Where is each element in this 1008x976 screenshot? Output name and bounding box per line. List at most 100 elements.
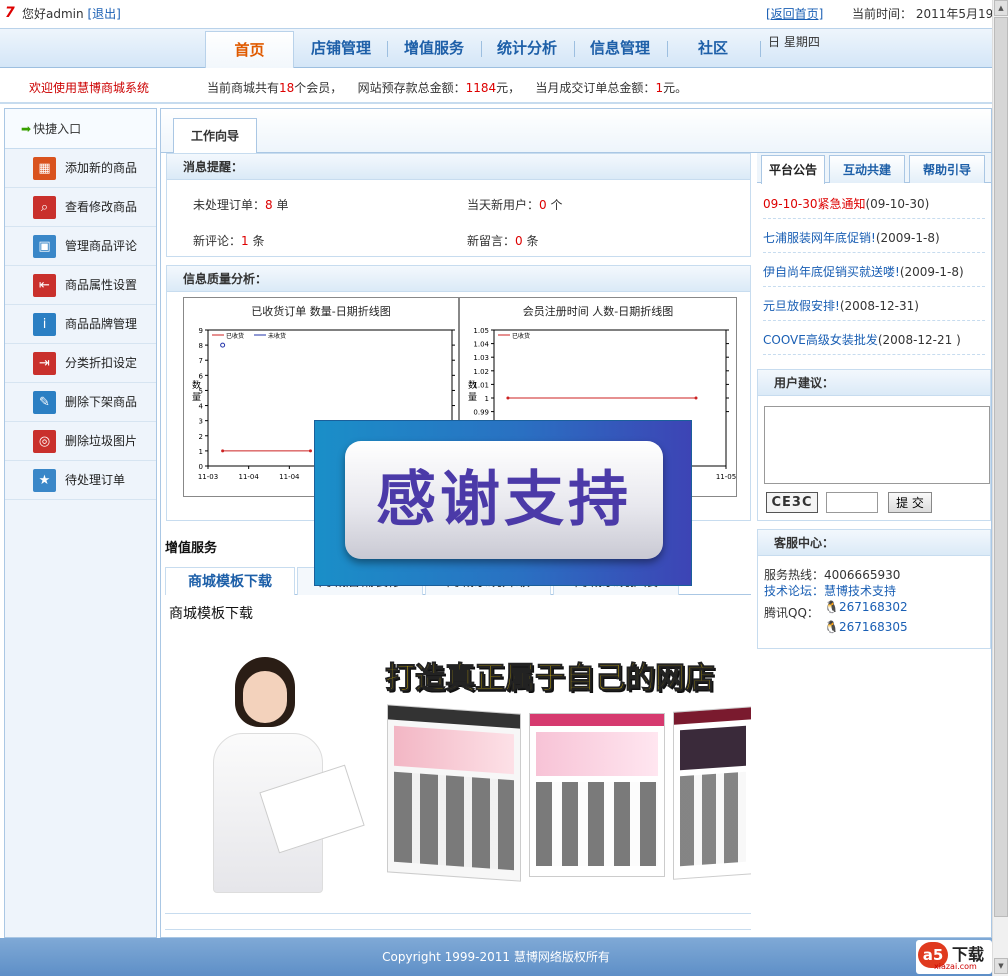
- news-date: (2008-12-31): [839, 299, 919, 313]
- suggestion-textarea[interactable]: [764, 406, 990, 484]
- sidebar-item-delete-offshelf[interactable]: ✎ 删除下架商品: [5, 383, 156, 422]
- greeting: 您好admin [退出]: [22, 5, 121, 22]
- news-title: 七浦服装网年底促销!: [763, 231, 876, 245]
- thanks-overlay: 感谢支持: [314, 420, 692, 586]
- y-tick-label: 1.02: [473, 368, 489, 376]
- stat-label: 网站预存款总金额：: [357, 81, 466, 95]
- nav-statistics[interactable]: 统计分析: [482, 29, 572, 67]
- download-site-watermark: a5 下载 xiazai.com: [916, 940, 992, 974]
- nav-community[interactable]: 社区: [668, 29, 758, 67]
- nav-store-manage[interactable]: 店铺管理: [296, 29, 386, 67]
- y-tick-label: 1: [199, 448, 203, 456]
- member-count: 18: [279, 81, 295, 95]
- shop-screenshot: [529, 713, 665, 877]
- services-title: 增值服务: [165, 541, 218, 556]
- x-tick-label: 11-05: [716, 473, 736, 481]
- y-tick-label: 1: [485, 395, 489, 403]
- vertical-scrollbar[interactable]: ▲ ▼: [992, 0, 1008, 976]
- news-item[interactable]: 元旦放假安排!(2008-12-31): [763, 297, 919, 314]
- pending-orders-label: 未处理订单：: [193, 198, 266, 212]
- scroll-thumb[interactable]: [994, 17, 1008, 917]
- data-point: [694, 396, 698, 400]
- tab-help[interactable]: 帮助引导: [909, 155, 985, 183]
- sidebar-item-pending-orders[interactable]: ★ 待处理订单: [5, 461, 156, 500]
- suggestion-panel: 用户建议： CE3C 提 交: [757, 369, 991, 521]
- tab-announcements[interactable]: 平台公告: [761, 155, 825, 184]
- divider: [165, 913, 751, 914]
- y-tick-label: 4: [199, 403, 204, 411]
- sidebar-item-discount[interactable]: ⇥ 分类折扣设定: [5, 344, 156, 383]
- sidebar-item-reviews[interactable]: ▣ 管理商品评论: [5, 227, 156, 266]
- qq-contact[interactable]: 🐧267168305: [824, 620, 908, 634]
- sidebar-item-brands[interactable]: i 商品品牌管理: [5, 305, 156, 344]
- logo: 7: [5, 5, 15, 21]
- sidebar-item-label: 分类折扣设定: [65, 356, 138, 370]
- quick-entry-title: ➡ 快捷入口: [5, 109, 156, 149]
- sidebar-item-label: 商品品牌管理: [65, 317, 138, 331]
- news-date: (2009-1-8): [875, 231, 940, 245]
- news-divider: [763, 320, 985, 321]
- nav-divider: [387, 41, 388, 57]
- sidebar-item-delete-images[interactable]: ◎ 删除垃圾图片: [5, 422, 156, 461]
- submit-button[interactable]: 提 交: [888, 492, 932, 513]
- qq-penguin-icon: 🐧: [824, 600, 839, 614]
- forum-link[interactable]: 慧博技术支持: [824, 584, 896, 598]
- logout-link[interactable]: [退出]: [87, 7, 120, 21]
- nav-info-manage[interactable]: 信息管理: [575, 29, 665, 67]
- news-divider: [763, 286, 985, 287]
- y-axis-label: 数量: [468, 379, 477, 403]
- sidebar-item-label: 管理商品评论: [65, 239, 138, 253]
- y-tick-label: 1.04: [473, 341, 489, 349]
- sidebar-item-edit-product[interactable]: ⌕ 查看修改商品: [5, 188, 156, 227]
- new-comments: 新评论：1 条: [193, 232, 264, 249]
- welcome-bar: 欢迎使用慧博商城系统 当前商城共有18个会员， 网站预存款总金额：1184元， …: [0, 70, 992, 104]
- qq-label: 腾讯QQ：: [764, 606, 819, 620]
- scroll-down-icon[interactable]: ▼: [994, 958, 1008, 974]
- arrow-right-icon: ⇥: [33, 352, 56, 375]
- forum: 技术论坛：慧博技术支持: [764, 582, 896, 599]
- sidebar-item-label: 删除下架商品: [65, 395, 138, 409]
- new-comments-count: 1: [241, 234, 249, 248]
- news-date: (09-10-30): [865, 197, 930, 211]
- unit-label: 条: [522, 234, 539, 248]
- y-axis-label-char: 量: [192, 392, 201, 403]
- scroll-up-icon[interactable]: ▲: [994, 0, 1008, 16]
- table-icon: ▦: [33, 157, 56, 180]
- qq-number: 267168302: [838, 600, 908, 614]
- star-icon: ★: [33, 469, 56, 492]
- stat-label: 元，: [496, 81, 521, 95]
- arrow-right-icon: ➡: [21, 122, 32, 136]
- data-point: [506, 396, 510, 400]
- new-users: 当天新用户：0 个: [467, 196, 562, 213]
- news-item[interactable]: 七浦服装网年底促销!(2009-1-8): [763, 229, 940, 246]
- message-panel-title: 消息提醒：: [167, 154, 750, 180]
- new-messages-label: 新留言：: [467, 234, 516, 248]
- sidebar-item-add-product[interactable]: ▦ 添加新的商品: [5, 149, 156, 188]
- news-item[interactable]: 伊自尚年底促销买就送喽!(2009-1-8): [763, 263, 964, 280]
- new-messages-count: 0: [515, 234, 523, 248]
- captcha-input[interactable]: [826, 492, 878, 513]
- tab-template-download[interactable]: 商城模板下载: [165, 567, 295, 595]
- tab-work-guide[interactable]: 工作向导: [173, 118, 257, 154]
- nav-home[interactable]: 首页: [205, 31, 294, 68]
- tab-interaction[interactable]: 互动共建: [829, 155, 905, 183]
- suggestion-title: 用户建议：: [758, 370, 990, 396]
- y-tick-label: 0.99: [473, 409, 489, 417]
- sidebar-item-label: 删除垃圾图片: [65, 434, 138, 448]
- y-axis-label-char: 数: [468, 379, 477, 391]
- thanks-text: 感谢支持: [345, 441, 663, 559]
- news-item[interactable]: COOVE高级女装批发(2008-12-21 ): [763, 331, 961, 348]
- qq-number: 267168305: [838, 620, 908, 634]
- news-date: (2008-12-21 ): [877, 333, 961, 347]
- target-icon: ◎: [33, 430, 56, 453]
- new-users-count: 0: [539, 198, 547, 212]
- news-item[interactable]: 09-10-30紧急通知(09-10-30): [763, 195, 929, 212]
- y-tick-label: 1.03: [473, 354, 489, 362]
- shop-screenshot: [673, 706, 751, 880]
- nav-value-added[interactable]: 增值服务: [389, 29, 479, 67]
- y-tick-label: 7: [199, 357, 203, 365]
- sidebar-item-attributes[interactable]: ⇤ 商品属性设置: [5, 266, 156, 305]
- return-home-link[interactable]: [返回首页]: [766, 5, 823, 22]
- qq-contact[interactable]: 🐧267168302: [824, 600, 908, 614]
- main-nav: 首页 店铺管理 增值服务 统计分析 信息管理 社区 日 星期四: [0, 28, 992, 68]
